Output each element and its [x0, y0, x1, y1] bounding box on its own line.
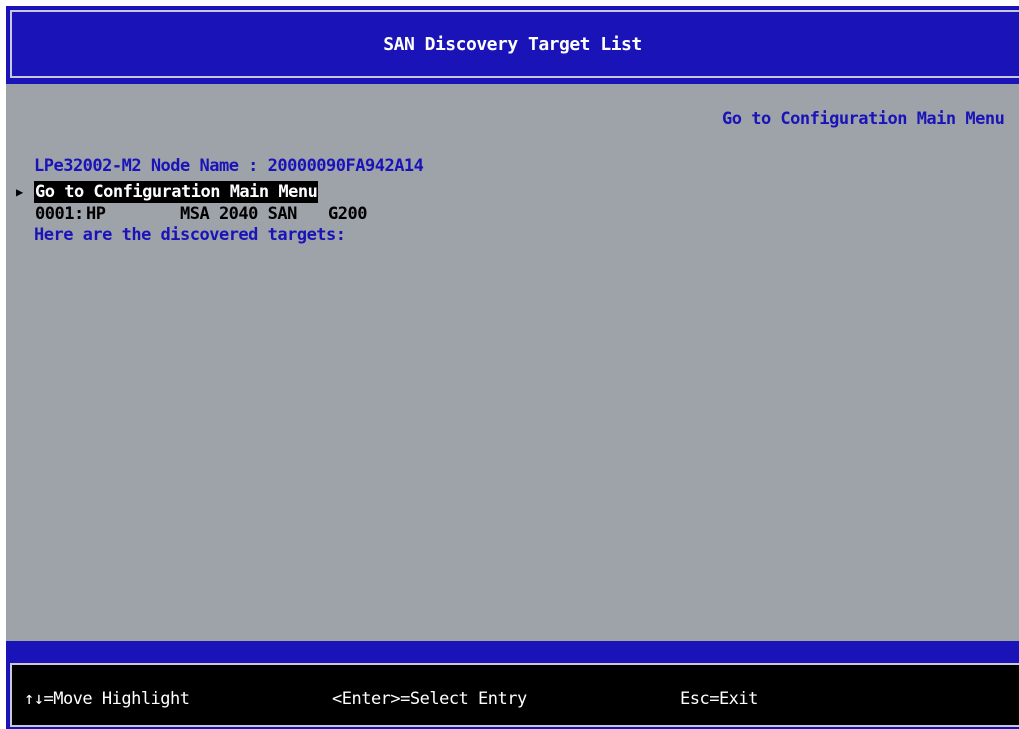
menu-item-label: Go to Configuration Main Menu: [34, 181, 319, 203]
target-product: MSA 2040 SAN: [180, 204, 297, 224]
bios-screen: SAN Discovery Target List LPe32002-M2 No…: [6, 6, 1019, 729]
node-name-line: LPe32002-M2 Node Name : 20000090FA942A14: [34, 156, 424, 176]
target-revision: G200: [328, 204, 367, 224]
move-highlight-hint: ↑↓=Move Highlight: [24, 689, 190, 709]
footer-bar: ↑↓=Move Highlight <Enter>=Select Entry E…: [6, 641, 1019, 729]
select-entry-hint: <Enter>=Select Entry: [332, 689, 527, 709]
title-bar: SAN Discovery Target List: [6, 6, 1019, 84]
targets-subtitle: Here are the discovered targets:: [34, 225, 346, 245]
target-vendor: HP: [86, 204, 106, 224]
target-menu: ▶ Go to Configuration Main Menu 0001: HP…: [16, 181, 716, 225]
help-text: Go to Configuration Main Menu: [722, 109, 1005, 129]
menu-item-go-to-config[interactable]: ▶ Go to Configuration Main Menu: [16, 181, 716, 203]
exit-hint: Esc=Exit: [680, 689, 758, 709]
target-id: 0001:: [35, 204, 84, 224]
target-row[interactable]: 0001: HP MSA 2040 SAN G200: [16, 203, 716, 225]
page-title: SAN Discovery Target List: [383, 34, 642, 55]
selection-pointer-icon: ▶: [16, 185, 23, 199]
key-hints-panel: ↑↓=Move Highlight <Enter>=Select Entry E…: [10, 663, 1019, 727]
